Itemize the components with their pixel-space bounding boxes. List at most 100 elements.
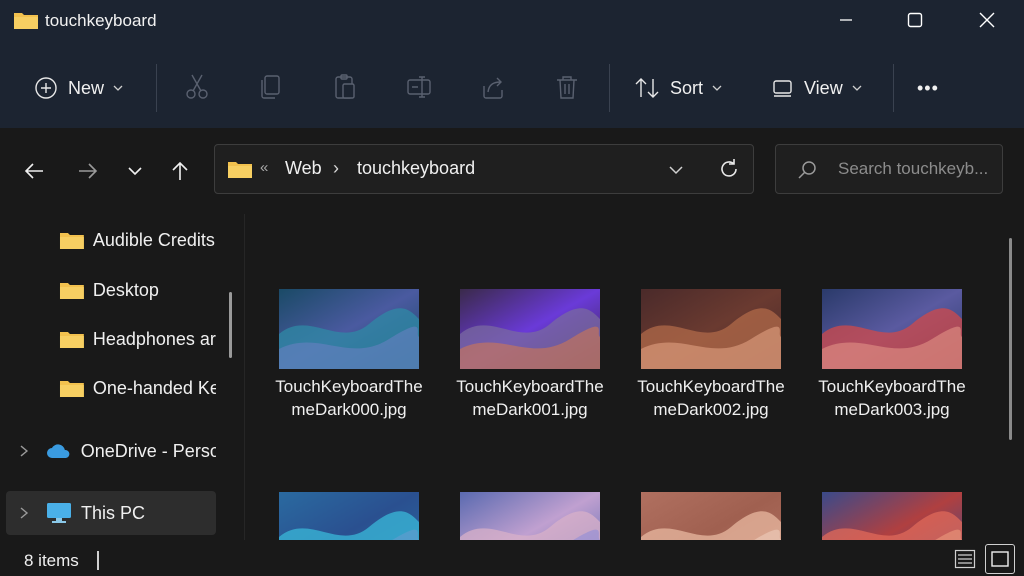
new-button[interactable]: New [34, 68, 124, 108]
sidebar-item-this-pc[interactable]: This PC [6, 491, 216, 535]
file-name: TouchKeyboardThemeDark002.jpg [637, 377, 785, 419]
file-tile[interactable]: TouchKeyboardThemeDark001.jpg [445, 289, 615, 421]
see-more-button[interactable]: ••• [917, 68, 939, 108]
sidebar-item-label: One-handed Ke [92, 377, 216, 398]
search-input[interactable]: Search touchkeyb... [838, 159, 988, 179]
search-icon [798, 161, 816, 179]
delete-icon[interactable] [553, 72, 581, 102]
minimize-icon [840, 19, 852, 21]
sidebar-item-headphones[interactable]: Headphones ar [0, 317, 216, 361]
sidebar-scrollbar[interactable] [229, 292, 232, 358]
refresh-icon[interactable] [717, 157, 741, 181]
sidebar-item-label: Desktop [92, 279, 159, 300]
monitor-icon [47, 503, 71, 523]
large-icons-view-button[interactable] [985, 544, 1015, 574]
item-count: 8 items [24, 551, 79, 570]
file-tile[interactable] [807, 492, 977, 540]
file-view: TouchKeyboardThemeDark000.jpg TouchKeyboa… [246, 214, 1024, 540]
copy-icon[interactable] [257, 72, 285, 102]
cut-icon[interactable] [183, 72, 211, 102]
sort-button[interactable]: Sort [634, 68, 723, 108]
image-thumbnail [822, 289, 962, 369]
view-icon [773, 80, 792, 97]
address-bar[interactable]: « Web › touchkeyboard [214, 144, 754, 194]
folder-icon [14, 13, 38, 29]
content-scrollbar[interactable] [1009, 238, 1012, 440]
image-thumbnail [641, 289, 781, 369]
folder-icon [59, 332, 84, 348]
chevron-right-icon[interactable] [19, 506, 29, 520]
folder-icon [228, 162, 252, 178]
sidebar-item-label: This PC [81, 502, 146, 523]
view-label: View [804, 77, 843, 98]
sidebar-item-label: Audible Credits [92, 229, 215, 250]
share-icon[interactable] [479, 72, 507, 102]
navigation-pane: Audible Credits Desktop Headphones ar On… [0, 214, 240, 540]
chevron-down-icon [852, 85, 862, 91]
folder-icon [59, 283, 84, 299]
chevron-down-icon [712, 85, 722, 91]
large-icons-view-icon [991, 551, 1009, 567]
back-button[interactable] [19, 156, 49, 186]
file-tile[interactable] [445, 492, 615, 540]
chevron-down-icon [128, 167, 142, 176]
close-button[interactable] [952, 0, 1022, 40]
new-label: New [68, 77, 105, 98]
close-icon [979, 12, 995, 28]
details-view-icon [954, 549, 976, 569]
toolbar-divider [893, 64, 894, 112]
rename-icon[interactable] [405, 72, 433, 102]
command-bar: New Sort View ••• [0, 44, 1024, 128]
maximize-icon [907, 12, 923, 28]
arrow-right-icon [79, 163, 98, 179]
file-tile[interactable] [264, 492, 434, 540]
toolbar-divider [609, 64, 610, 112]
sidebar-item-one-handed[interactable]: One-handed Ke [0, 366, 216, 410]
file-tile[interactable]: TouchKeyboardThemeDark002.jpg [626, 289, 796, 421]
sidebar-item-desktop[interactable]: Desktop [0, 268, 216, 312]
recent-locations-button[interactable] [120, 156, 150, 186]
up-button[interactable] [165, 156, 195, 186]
breadcrumb-touchkeyboard[interactable]: touchkeyboard [357, 158, 475, 179]
file-name: TouchKeyboardThemeDark003.jpg [818, 377, 966, 419]
sort-label: Sort [670, 77, 704, 98]
navigation-bar: « Web › touchkeyboard Search touchkeyb..… [0, 128, 1024, 214]
file-tile[interactable] [626, 492, 796, 540]
view-button[interactable]: View [772, 68, 863, 108]
paste-icon[interactable] [331, 72, 359, 102]
sidebar-item-label: OneDrive - Perso [80, 440, 216, 461]
overflow-crumb[interactable]: « [260, 159, 268, 176]
search-box[interactable]: Search touchkeyb... [775, 144, 1003, 194]
sidebar-item-audible-credits[interactable]: Audible Credits [0, 218, 216, 262]
maximize-button[interactable] [880, 0, 950, 40]
plus-circle-icon [35, 77, 57, 99]
arrow-up-icon [172, 161, 188, 180]
toolbar-divider [156, 64, 157, 112]
window-title: touchkeyboard [45, 11, 157, 30]
chevron-right-icon[interactable] [19, 444, 29, 458]
sort-icon [635, 78, 659, 98]
details-view-button[interactable] [950, 544, 980, 574]
sidebar-item-onedrive[interactable]: OneDrive - Perso [0, 429, 216, 473]
status-divider [97, 551, 99, 570]
forward-button[interactable] [73, 156, 103, 186]
breadcrumb-separator[interactable]: › [333, 158, 339, 179]
arrow-left-icon [24, 163, 43, 179]
image-thumbnail [279, 492, 419, 540]
folder-icon [59, 381, 84, 397]
image-thumbnail [279, 289, 419, 369]
more-icon: ••• [917, 77, 939, 98]
file-tile[interactable]: TouchKeyboardThemeDark003.jpg [807, 289, 977, 421]
breadcrumb-web[interactable]: Web [285, 158, 322, 179]
image-thumbnail [641, 492, 781, 540]
file-name: TouchKeyboardThemeDark000.jpg [275, 377, 423, 419]
image-thumbnail [822, 492, 962, 540]
sidebar-item-label: Headphones ar [92, 328, 216, 349]
pane-divider[interactable] [244, 214, 245, 540]
file-name: TouchKeyboardThemeDark001.jpg [456, 377, 604, 419]
cloud-icon [46, 444, 70, 458]
chevron-down-icon [113, 85, 123, 91]
minimize-button[interactable] [811, 0, 881, 40]
chevron-down-icon[interactable] [665, 159, 687, 181]
file-tile[interactable]: TouchKeyboardThemeDark000.jpg [264, 289, 434, 421]
